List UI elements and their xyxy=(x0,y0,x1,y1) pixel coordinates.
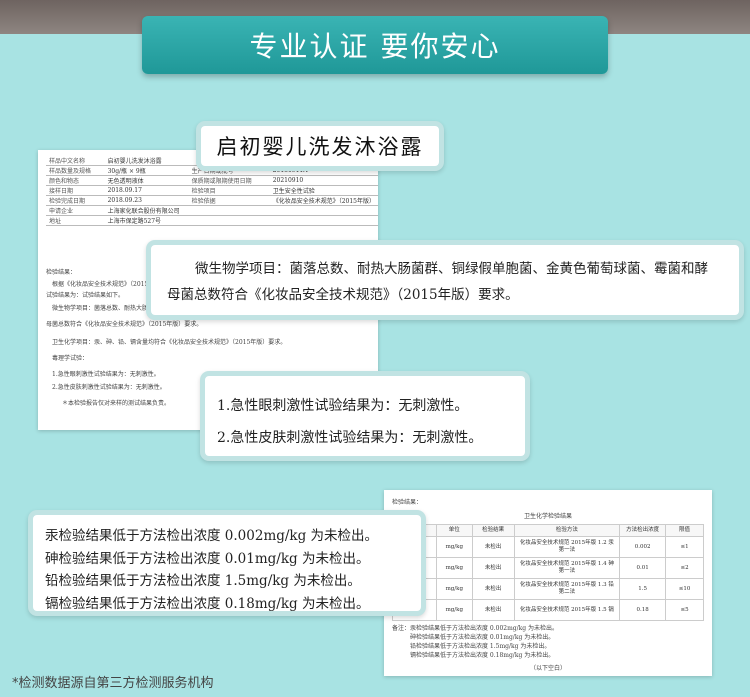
chemistry-note: 铅检验结果低于方法检出浓度 1.5mg/kg 为未检出。 xyxy=(410,643,551,650)
sample-info-cell: 样品数量及规格 xyxy=(46,165,105,176)
sample-info-row: 颜色和物态 无色透明液体 保质期或限期使用日期 20210910 xyxy=(46,175,378,186)
chemistry-cell: 0.18 xyxy=(619,599,667,621)
product-name-callout: 启初婴儿洗发沐浴露 xyxy=(196,121,444,171)
sample-info-cell: 无色透明液体 xyxy=(104,175,189,186)
sample-info-row: 地址 上海市保定路527号 xyxy=(46,215,378,226)
cadmium-result: 镉检验结果低于方法检出浓度 0.18mg/kg 为未检出。 xyxy=(45,595,370,612)
chemistry-cell: mg/kg xyxy=(435,557,473,579)
source-footnote: *检测数据源自第三方检测服务机构 xyxy=(12,676,214,691)
sample-info-cell xyxy=(269,205,378,216)
sample-info-cell: 《化妆品安全技术规范》（2015年版） xyxy=(269,195,378,206)
sample-info-cell xyxy=(188,215,270,226)
product-name: 启初婴儿洗发沐浴露 xyxy=(216,135,424,159)
sample-info-row: 接样日期 2018.09.17 检验项目 卫生安全性试验 xyxy=(46,185,378,196)
chemistry-row: 汞mg/kg未检出化妆品安全技术规范 2015年版 1.2 汞 第一法0.002… xyxy=(392,536,704,558)
chemistry-column-header: 检验方法 xyxy=(513,524,621,537)
chemistry-cell: 化妆品安全技术规范 2015年版 1.4 砷 第一法 xyxy=(513,557,621,579)
chemistry-cell: 未检出 xyxy=(471,557,515,579)
sample-info-cell: 30g/瓶 × 9瓶 xyxy=(104,165,189,176)
chemistry-cell: ≤5 xyxy=(665,599,704,621)
chemistry-cell: 化妆品安全技术规范 2015年版 1.3 铅 第二法 xyxy=(513,578,621,600)
chemistry-cell: 1.5 xyxy=(619,578,667,600)
chemistry-cell: 未检出 xyxy=(471,578,515,600)
chemistry-cell: 未检出 xyxy=(471,599,515,621)
report-line: 毒理学试验： xyxy=(52,355,89,362)
eye-irritation-result: 1.急性眼刺激性试验结果为：无刺激性。 xyxy=(217,398,469,414)
chemistry-column-header: 单位 xyxy=(435,524,473,537)
chemistry-table-title: 卫生化学检验结果 xyxy=(523,513,572,520)
chemistry-column-header: 检验结果 xyxy=(471,524,515,537)
sample-info-cell: 保质期或限期使用日期 xyxy=(188,175,270,186)
title-banner: 专业认证 要你安心 xyxy=(142,16,608,74)
chemistry-cell: mg/kg xyxy=(435,536,473,558)
sample-info-row: 检验完成日期 2018.09.23 检验依据 《化妆品安全技术规范》（2015年版） xyxy=(46,195,378,206)
chemistry-cell: 化妆品安全技术规范 2015年版 1.5 镉 xyxy=(513,599,621,621)
sample-info-cell: 2018.09.17 xyxy=(104,185,189,196)
chemistry-cell: mg/kg xyxy=(435,578,473,600)
chemistry-row: 砷mg/kg未检出化妆品安全技术规范 2015年版 1.4 砷 第一法0.01≤… xyxy=(392,557,704,579)
chemistry-column-header: 限值 xyxy=(665,524,704,537)
chemistry-results-table: 检验项目单位检验结果检验方法方法检出浓度限值 汞mg/kg未检出化妆品安全技术规… xyxy=(392,524,704,621)
sample-info-cell: 检验项目 xyxy=(188,185,270,196)
sample-info-cell xyxy=(188,205,270,216)
sample-info-cell: 样品中文名称 xyxy=(46,156,105,166)
skin-irritation-result: 2.急性皮肤刺激性试验结果为：无刺激性。 xyxy=(217,430,483,446)
sample-info-cell: 20210910 xyxy=(269,175,378,186)
sample-info-cell: 地址 xyxy=(46,215,105,226)
chemistry-cell: ≤10 xyxy=(665,578,704,600)
lead-result: 铅检验结果低于方法检出浓度 1.5mg/kg 为未检出。 xyxy=(45,573,361,589)
chemistry-note: 镉检验结果低于方法检出浓度 0.18mg/kg 为未检出。 xyxy=(410,652,555,659)
sample-info-cell: 上海家化联合股份有限公司 xyxy=(104,205,189,216)
chemistry-row: 铅mg/kg未检出化妆品安全技术规范 2015年版 1.3 铅 第二法1.5≤1… xyxy=(392,578,704,600)
sample-info-cell: 2018.09.23 xyxy=(104,195,189,206)
arsenic-result: 砷检验结果低于方法检出浓度 0.01mg/kg 为未检出。 xyxy=(45,550,370,567)
sample-info-row: 申请企业 上海家化联合股份有限公司 xyxy=(46,205,378,216)
chemistry-cell: mg/kg xyxy=(435,599,473,621)
sample-info-cell: 启初婴儿洗发沐浴露 xyxy=(104,156,189,166)
sample-info-cell: 颜色和物态 xyxy=(46,175,105,186)
chemistry-note: 砷检验结果低于方法检出浓度 0.01mg/kg 为未检出。 xyxy=(410,634,555,641)
sample-info-cell xyxy=(269,215,378,226)
report-line: 检验结果： xyxy=(46,269,77,276)
chemistry-end-mark: （以下空白） xyxy=(529,665,566,672)
chemistry-report-paper: 检验结果： 卫生化学检验结果 检验项目单位检验结果检验方法方法检出浓度限值 汞m… xyxy=(384,490,712,676)
sample-info-cell: 接样日期 xyxy=(46,185,105,196)
heavy-metal-callout: 汞检验结果低于方法检出浓度 0.002mg/kg 为未检出。 砷检验结果低于方法… xyxy=(28,510,426,616)
chemistry-row: 镉mg/kg未检出化妆品安全技术规范 2015年版 1.5 镉0.18≤5 xyxy=(392,599,704,621)
sample-info-cell: 检验完成日期 xyxy=(46,195,105,206)
report-line: ＊本检验报告仅对来样的测试结果负责。 xyxy=(62,400,171,407)
chemistry-column-header: 方法检出浓度 xyxy=(619,524,667,537)
irritation-callout: 1.急性眼刺激性试验结果为：无刺激性。 2.急性皮肤刺激性试验结果为：无刺激性。 xyxy=(200,371,530,461)
microbiology-callout: 微生物学项目：菌落总数、耐热大肠菌群、铜绿假单胞菌、金黄色葡萄球菌、霉菌和酵 母… xyxy=(146,240,744,320)
chemistry-cell: 0.01 xyxy=(619,557,667,579)
chemistry-cell: 化妆品安全技术规范 2015年版 1.2 汞 第一法 xyxy=(513,536,621,558)
mercury-result: 汞检验结果低于方法检出浓度 0.002mg/kg 为未检出。 xyxy=(45,528,379,544)
chemistry-cell: ≤1 xyxy=(665,536,704,558)
chemistry-heading: 检验结果： xyxy=(392,499,423,506)
chemistry-note: 备注：汞检验结果低于方法检出浓度 0.002mg/kg 为未检出。 xyxy=(392,625,559,632)
microbiology-line-2: 母菌总数符合《化妆品安全技术规范》（2015年版）要求。 xyxy=(167,287,519,303)
sample-info-cell: 卫生安全性试验 xyxy=(269,185,378,196)
sample-info-cell: 上海市保定路527号 xyxy=(104,215,189,226)
microbiology-line-1: 微生物学项目：菌落总数、耐热大肠菌群、铜绿假单胞菌、金黄色葡萄球菌、霉菌和酵 xyxy=(195,261,708,277)
report-line: 母菌总数符合《化妆品安全技术规范》（2015年版）要求。 xyxy=(46,321,203,328)
report-line: 卫生化学项目：汞、砷、铅、镉含量均符合《化妆品安全技术规范》（2015年版）要求… xyxy=(52,339,287,346)
banner-title: 专业认证 要你安心 xyxy=(249,30,501,63)
sample-info-cell: 申请企业 xyxy=(46,205,105,216)
report-line: 试验结果为：试验结果如下。 xyxy=(46,292,125,299)
chemistry-cell: 未检出 xyxy=(471,536,515,558)
report-line: 2.急性皮肤刺激性试验结果为：无刺激性。 xyxy=(52,384,166,391)
chemistry-cell: 0.002 xyxy=(619,536,667,558)
report-line: 1.急性眼刺激性试验结果为：无刺激性。 xyxy=(52,371,160,378)
sample-info-cell: 检验依据 xyxy=(188,195,270,206)
chemistry-cell: ≤2 xyxy=(665,557,704,579)
